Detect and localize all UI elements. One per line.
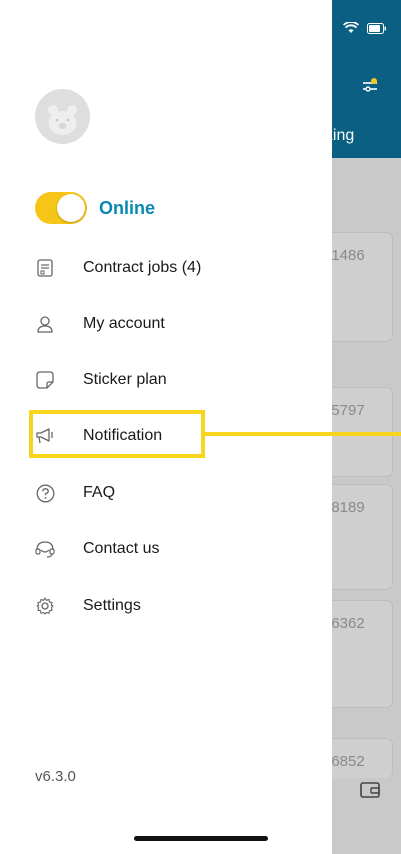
highlight-callout-line bbox=[205, 432, 401, 436]
menu-item-my-account[interactable]: My account bbox=[35, 308, 165, 340]
bear-avatar-icon bbox=[48, 105, 77, 135]
wifi-icon bbox=[343, 22, 359, 33]
online-status-row: Online bbox=[35, 192, 155, 224]
menu-item-sticker-plan[interactable]: Sticker plan bbox=[35, 364, 167, 396]
app-version: v6.3.0 bbox=[35, 768, 76, 785]
sticker-icon bbox=[35, 370, 55, 390]
gear-icon bbox=[35, 596, 55, 616]
filter-icon bbox=[363, 78, 377, 92]
menu-item-contact-us[interactable]: Contact us bbox=[35, 533, 159, 565]
document-icon bbox=[35, 258, 55, 278]
avatar[interactable] bbox=[35, 89, 90, 144]
menu-item-label: Contract jobs (4) bbox=[83, 259, 202, 276]
menu-item-contract-jobs[interactable]: Contract jobs (4) bbox=[35, 252, 201, 284]
home-indicator bbox=[134, 836, 268, 841]
menu-item-label: Settings bbox=[83, 597, 141, 614]
menu-item-label: My account bbox=[83, 315, 165, 332]
help-circle-icon bbox=[35, 483, 55, 503]
online-toggle[interactable] bbox=[35, 192, 87, 224]
user-icon bbox=[35, 314, 55, 334]
status-bar-icons bbox=[343, 22, 387, 34]
toggle-knob bbox=[57, 194, 85, 222]
menu-item-label: Sticker plan bbox=[83, 371, 167, 388]
wallet-icon bbox=[360, 782, 380, 798]
menu-item-label: FAQ bbox=[83, 484, 116, 501]
notification-highlight-box bbox=[29, 410, 205, 458]
menu-item-settings[interactable]: Settings bbox=[35, 590, 141, 622]
headset-icon bbox=[35, 539, 55, 559]
menu-item-label: Contact us bbox=[83, 540, 160, 557]
battery-icon bbox=[367, 22, 386, 34]
menu-item-faq[interactable]: FAQ bbox=[35, 477, 115, 509]
online-label: Online bbox=[99, 197, 156, 218]
